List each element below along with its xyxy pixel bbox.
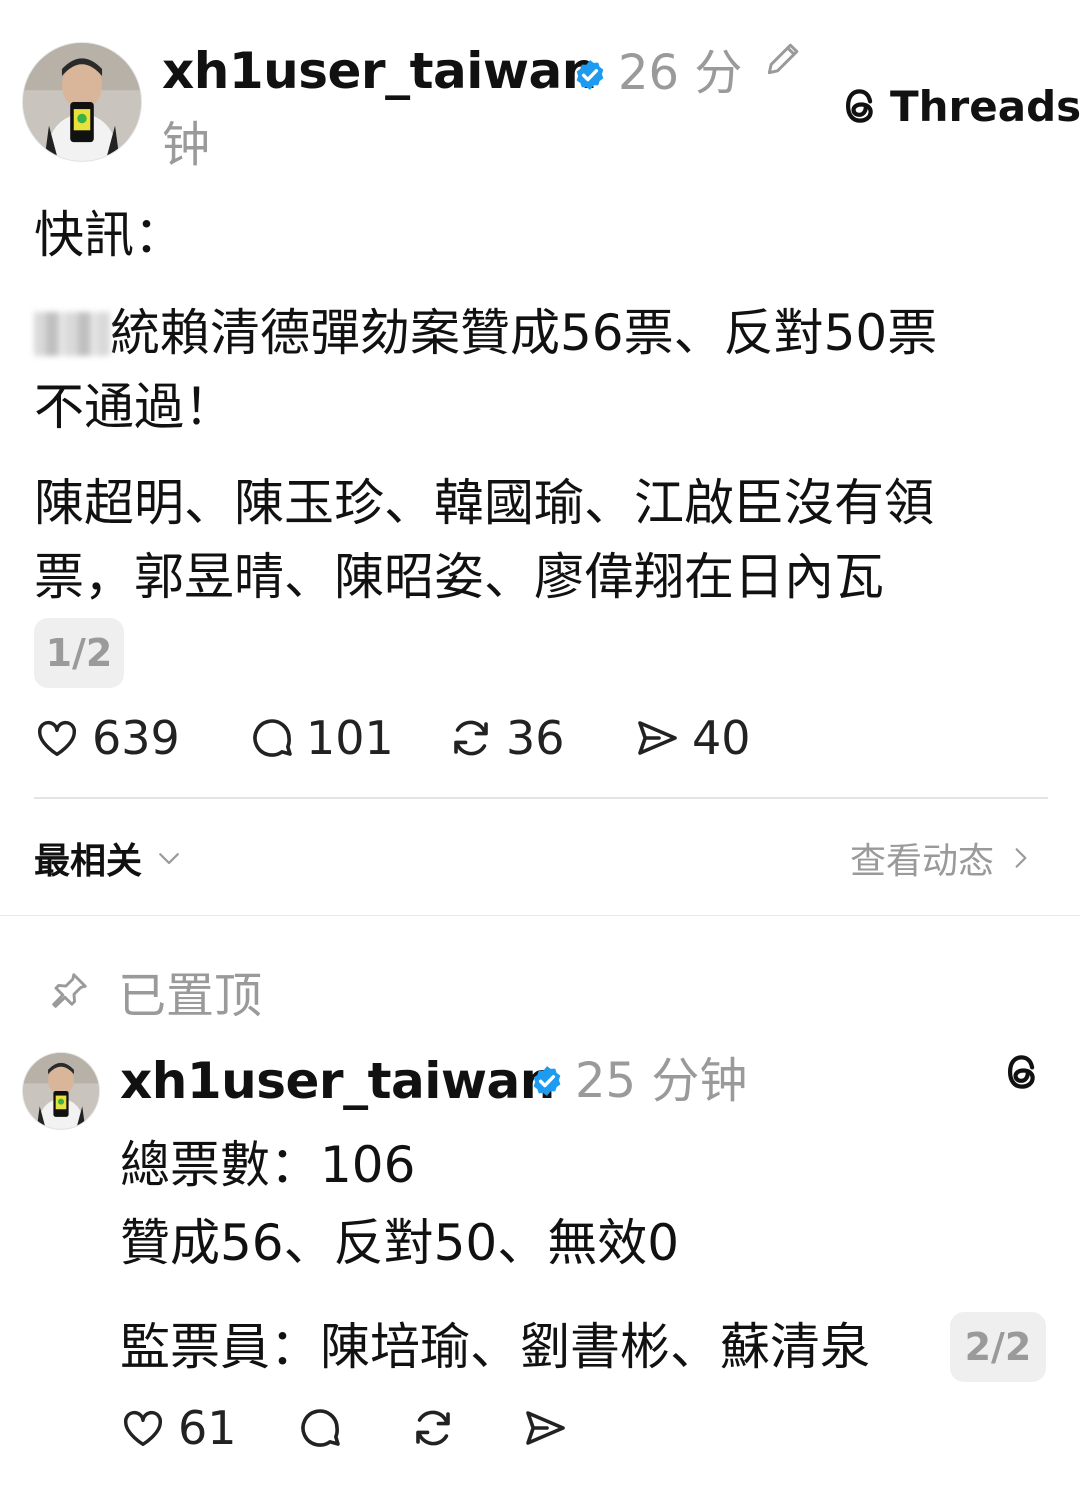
post-timestamp: 26 分 — [618, 45, 743, 101]
sort-dropdown[interactable]: 最相关 — [34, 834, 184, 882]
avatar-photo-icon — [23, 43, 141, 161]
comment-bubble-icon — [301, 1409, 340, 1447]
repost-icon — [416, 1410, 450, 1446]
comment-bubble-icon — [253, 719, 292, 757]
threads-logo-icon[interactable] — [1000, 1048, 1044, 1096]
pinned-indicator: 已置顶 — [46, 960, 262, 1024]
reply-repost-button[interactable] — [408, 1398, 458, 1458]
reply-comment-button[interactable] — [296, 1398, 344, 1458]
post-paragraph-1-text: 統賴清德彈劾案贊成56票、反對50票 — [110, 304, 938, 362]
threads-brand-label: Threads — [890, 81, 1080, 131]
view-activity-label: 查看动态 — [850, 841, 995, 882]
like-count: 639 — [92, 711, 180, 765]
post-paragraph-2-line-2: 票，郭昱晴、陳昭姿、廖偉翔在日內瓦 — [34, 548, 884, 606]
sort-label: 最相关 — [34, 841, 143, 882]
heart-icon — [38, 720, 76, 757]
repost-button[interactable]: 36 — [446, 708, 565, 768]
post-username[interactable]: xh1user_taiwan — [162, 38, 597, 104]
post-heading: 快訊： — [34, 206, 184, 264]
chevron-right-icon — [1015, 848, 1027, 868]
post-paragraph-2-line-1: 陳超明、陳玉珍、韓國瑜、江啟臣沒有領 — [34, 474, 934, 532]
chevron-down-icon — [159, 853, 179, 865]
section-divider — [0, 915, 1080, 916]
repost-icon — [454, 720, 488, 756]
reply-line-3: 監票員：陳培瑜、劉書彬、蘇清泉 — [120, 1318, 870, 1376]
page-indicator-badge: 1/2 — [34, 618, 124, 688]
page-indicator-badge: 2/2 — [950, 1312, 1046, 1382]
pinned-label: 已置顶 — [118, 968, 263, 1024]
comment-button[interactable]: 101 — [248, 708, 394, 768]
share-count: 40 — [692, 711, 751, 765]
send-icon — [638, 721, 677, 755]
reply-username[interactable]: xh1user_taiwan — [120, 1048, 555, 1114]
like-button[interactable]: 639 — [34, 708, 180, 768]
threads-logo-icon — [845, 89, 873, 123]
edit-pencil-icon[interactable] — [762, 36, 806, 80]
send-icon — [526, 1411, 565, 1445]
post-paragraph-1-line-1: 統賴清德彈劾案贊成56票、反對50票 — [34, 298, 937, 368]
reply-like-count: 61 — [178, 1401, 237, 1455]
post-timestamp-continued: 钟 — [162, 117, 211, 173]
repost-count: 36 — [506, 711, 565, 765]
avatar-photo-icon — [23, 1053, 99, 1129]
avatar[interactable] — [22, 42, 142, 162]
threads-brand: Threads — [838, 80, 1080, 132]
view-activity-link[interactable]: 查看动态 — [850, 834, 1034, 882]
verified-badge-icon — [576, 60, 604, 90]
comment-count: 101 — [306, 711, 394, 765]
reply-timestamp: 25 分钟 — [575, 1053, 748, 1109]
reply-avatar[interactable] — [22, 1052, 100, 1130]
reply-like-button[interactable]: 61 — [120, 1398, 237, 1458]
verified-badge-icon — [533, 1066, 561, 1096]
reply-share-button[interactable] — [520, 1398, 570, 1458]
divider — [34, 797, 1048, 799]
share-button[interactable]: 40 — [632, 708, 751, 768]
heart-icon — [124, 1410, 162, 1447]
reply-line-1: 總票數：106 — [120, 1136, 416, 1194]
post-paragraph-1-line-2: 不通過！ — [34, 378, 234, 436]
reply-line-2: 贊成56、反對50、無效0 — [120, 1214, 680, 1272]
pin-icon — [52, 973, 87, 1008]
blurred-text — [34, 312, 110, 356]
